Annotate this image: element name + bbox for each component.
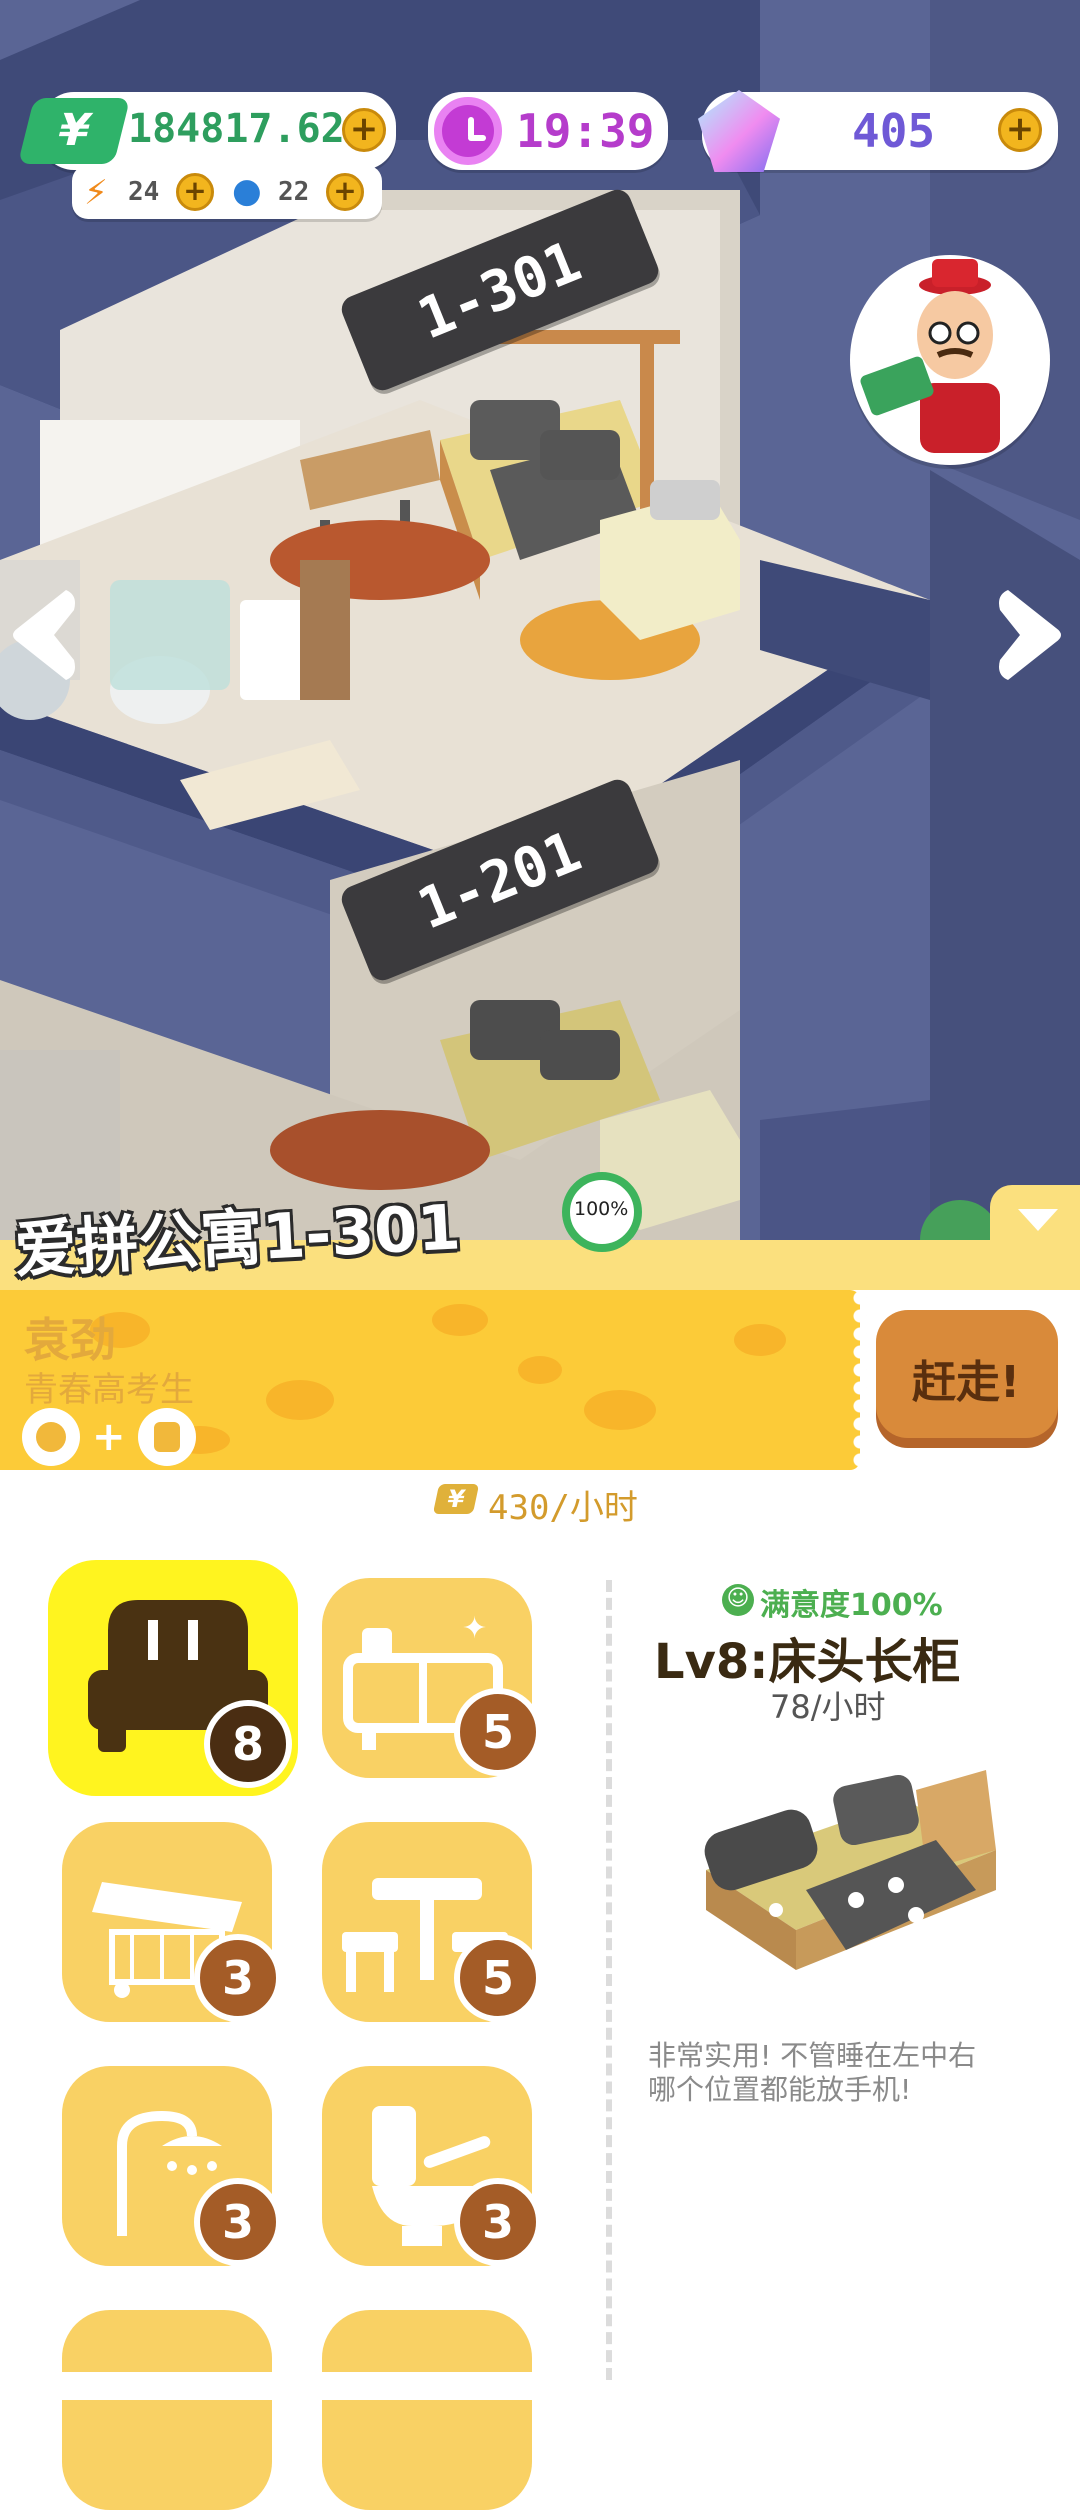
svg-text:✦: ✦ xyxy=(462,1611,487,1646)
category-count: 8 xyxy=(204,1700,292,1788)
add-money-button[interactable]: + xyxy=(342,108,386,152)
category-count: 3 xyxy=(454,2178,542,2266)
add-water-button[interactable]: + xyxy=(326,173,364,211)
category-bed[interactable]: 8 xyxy=(48,1560,298,1796)
add-energy-button[interactable]: + xyxy=(176,173,214,211)
category-count: 3 xyxy=(194,1934,282,2022)
chevron-down-icon xyxy=(1018,1209,1058,1231)
plus-sign: + xyxy=(92,1414,126,1460)
tenant-banner: 爱拼公寓1-301 100% 袁劲 青春高考生 + 赶走! xyxy=(0,1172,1080,1470)
item-rate: 78/小时 xyxy=(770,1688,886,1726)
money-value: 184817.62 xyxy=(128,106,345,152)
ticket-edge xyxy=(852,1290,868,1470)
evict-button[interactable]: 赶走! xyxy=(876,1310,1058,1438)
category-more-2[interactable] xyxy=(322,2310,532,2510)
water-value: 22 xyxy=(278,177,310,207)
occupancy-value: 100% xyxy=(574,1198,629,1220)
yuan-icon: ¥ xyxy=(17,98,131,164)
item-description-line2: 哪个位置都能放手机! xyxy=(648,2073,912,2106)
tenant-role: 青春高考生 xyxy=(24,1370,194,1410)
tenant-trait-icon xyxy=(138,1408,196,1466)
collapse-panel-button[interactable] xyxy=(990,1185,1080,1265)
gem-value: 405 xyxy=(852,104,936,158)
previous-room-arrow-icon[interactable] xyxy=(8,580,78,690)
occupancy-badge: 100% xyxy=(562,1172,642,1252)
add-gems-button[interactable]: + xyxy=(998,108,1042,152)
category-count: 3 xyxy=(194,2178,282,2266)
landlord-npc-button[interactable] xyxy=(850,255,1050,465)
gem-counter: 405 + xyxy=(698,90,1058,172)
yuan-small-icon: ¥ xyxy=(432,1484,480,1514)
category-count: 5 xyxy=(454,1688,542,1776)
category-more-1[interactable] xyxy=(62,2310,272,2510)
category-cabinet[interactable]: ✦ 5 xyxy=(322,1578,542,1778)
clock-value: 19:39 xyxy=(516,104,655,158)
category-desk[interactable]: 3 xyxy=(62,1822,282,2022)
satisfaction-value: 满意度100% xyxy=(760,1588,943,1623)
grid-fade xyxy=(0,2372,600,2400)
smile-icon: ☺ xyxy=(722,1584,754,1616)
energy-icon: ⚡ xyxy=(84,173,108,213)
resource-bar: ⚡ 24 + ● 22 + xyxy=(72,165,382,219)
panel-divider xyxy=(606,1580,612,2380)
tenant-type-icon xyxy=(22,1408,80,1466)
tenant-name: 袁劲 xyxy=(24,1313,116,1367)
item-preview-image xyxy=(704,1770,996,1970)
category-table-chair[interactable]: 5 xyxy=(322,1822,542,2022)
clock-display: 19:39 xyxy=(428,92,668,170)
evict-button-label: 赶走! xyxy=(912,1357,1021,1408)
income-value: 430/小时 xyxy=(488,1488,638,1528)
category-toilet[interactable]: 3 xyxy=(322,2066,542,2266)
next-room-arrow-icon[interactable] xyxy=(996,580,1066,690)
clock-icon xyxy=(434,97,502,165)
landlord-avatar-icon xyxy=(860,259,1000,453)
tenant-card[interactable]: 袁劲 青春高考生 + xyxy=(0,1290,868,1470)
energy-value: 24 xyxy=(128,177,160,207)
category-count: 5 xyxy=(454,1934,542,2022)
water-drop-icon: ● xyxy=(232,171,262,211)
game-scene[interactable]: 1-301 1-201 ¥ 184817.62 + ⚡ 24 + ● 22 + … xyxy=(0,0,1080,1240)
money-counter: ¥ 184817.62 + xyxy=(17,92,396,170)
category-shower[interactable]: 3 xyxy=(62,2066,282,2266)
